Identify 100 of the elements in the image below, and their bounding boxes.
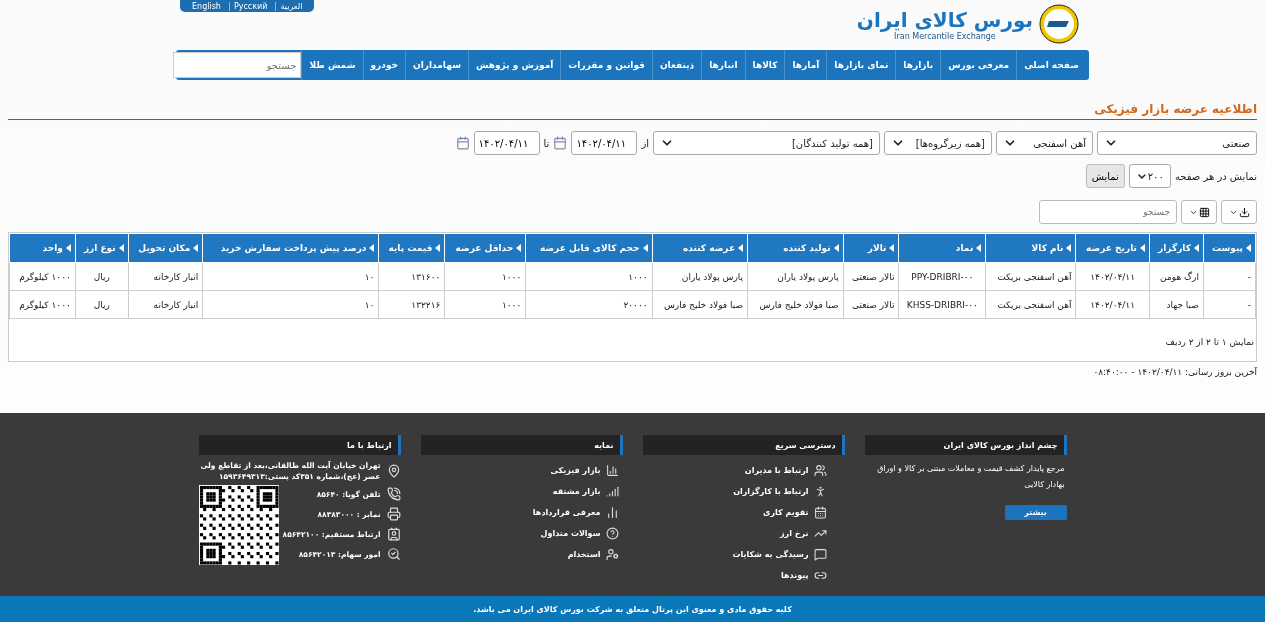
copyright-text: کلیه حقوق مادی و معنوی این پرتال متعلق به شرکت بورس کالای ایران می باشد.	[473, 604, 792, 614]
column-header[interactable]: درصد پیش پرداخت سفارش خرید	[202, 233, 379, 263]
footer-link[interactable]: رسیدگی به شکایات	[642, 545, 845, 563]
search-field[interactable]: جستجو	[173, 52, 302, 78]
language-link[interactable]: العربية	[275, 1, 307, 11]
people-icon	[813, 463, 827, 477]
footer-link[interactable]: تقویم کاری	[642, 503, 845, 521]
page-size-label: نمایش در هر صفحه	[1174, 170, 1257, 182]
nav-item[interactable]: کالاها	[744, 50, 785, 80]
column-header[interactable]: تولید کننده	[747, 233, 844, 263]
table-cell: ۱۰۰۰	[525, 262, 653, 291]
nav-item[interactable]: سهامداران	[405, 50, 469, 80]
export-button[interactable]	[1221, 200, 1257, 224]
nav-item[interactable]: بازارها	[895, 50, 941, 80]
calendar-icon	[553, 136, 568, 150]
sort-icon	[516, 244, 522, 252]
to-label: تا	[543, 137, 550, 149]
sort-icon	[435, 244, 441, 252]
table-cell: ۱۰	[202, 262, 379, 291]
column-header[interactable]: حداقل عرضه	[444, 233, 526, 263]
table-cell: ۱۰۰۰ کیلوگرم	[9, 290, 76, 319]
dropdown[interactable]: [همه زیرگروه‌ها]	[884, 131, 992, 155]
sort-icon	[642, 244, 648, 252]
from-label: از	[641, 137, 649, 149]
sort-icon	[889, 244, 895, 252]
table-cell: آهن اسفنجی بریکت	[985, 262, 1076, 291]
column-header[interactable]: پیوست	[1203, 233, 1256, 263]
column-header[interactable]: نماد	[898, 233, 986, 263]
footer-link[interactable]: ارتباط با مدیران	[642, 461, 845, 479]
footer-link[interactable]: نرخ ارز	[642, 524, 845, 542]
calendar-icon	[813, 505, 827, 519]
table-cell: -	[1203, 262, 1256, 291]
table-cell: ریال	[75, 262, 129, 291]
table-search-field[interactable]: جستجو	[1039, 200, 1177, 224]
column-header[interactable]: نام کالا	[985, 233, 1076, 263]
column-header[interactable]: حجم کالای قابل عرضه	[525, 233, 653, 263]
logo-title: بورس کالای ایران	[856, 7, 1033, 32]
nav-item[interactable]: قوانین و مقررات	[560, 50, 652, 80]
column-header[interactable]: عرضه کننده	[652, 233, 748, 263]
show-button[interactable]: نمایش	[1085, 164, 1125, 188]
sort-icon	[369, 244, 375, 252]
sort-icon	[1246, 244, 1251, 252]
footer-link[interactable]: بازار فیزیکی	[420, 461, 623, 479]
fax-icon	[386, 507, 401, 521]
table-cell: ۲۰۰۰۰	[525, 290, 653, 319]
footer-link[interactable]: پیوندها	[642, 566, 845, 584]
message-icon	[813, 547, 827, 561]
logo-icon	[1039, 4, 1079, 44]
sort-icon	[738, 244, 744, 252]
sort-icon	[976, 244, 982, 252]
nav-item[interactable]: معرفی بورس	[940, 50, 1017, 80]
footer-link[interactable]: بازار مشتقه	[420, 482, 623, 500]
date-field[interactable]: ۱۴۰۲/۰۴/۱۱	[473, 131, 540, 155]
column-header[interactable]: واحد	[9, 233, 76, 263]
language-link[interactable]: English	[188, 1, 225, 11]
table-cell: صبا جهاد	[1149, 290, 1204, 319]
more-button[interactable]: بیشتر	[1004, 505, 1067, 520]
phone-icon	[386, 487, 401, 501]
sort-icon	[65, 244, 71, 252]
search-icon	[386, 547, 401, 561]
table-cell: PPY-DRIBRI-۰۰	[898, 262, 986, 291]
nav-item[interactable]: انبارها	[701, 50, 745, 80]
table-cell: ۱۰	[202, 290, 379, 319]
sort-icon	[1193, 244, 1199, 252]
table-cell: ریال	[75, 290, 129, 319]
table-cell: تالار صنعتی	[843, 262, 899, 291]
footer-link[interactable]: ارتباط با کارگزاران	[642, 482, 845, 500]
language-link[interactable]: Pусский	[228, 1, 272, 11]
nav-item[interactable]: نمای بازارها	[826, 50, 896, 80]
table-cell: آهن اسفنجی بریکت	[985, 290, 1076, 319]
footer-link[interactable]: معرفی قراردادها	[420, 503, 623, 521]
dropdown[interactable]: صنعتی	[1097, 131, 1257, 155]
columns-button[interactable]	[1181, 200, 1217, 224]
vision-text: مرجع پایدار کشف قیمت و معاملات مبتنی بر کالا و اوراق بهادار کالایی	[876, 463, 1065, 491]
column-header[interactable]: تالار	[843, 233, 899, 263]
nav-item[interactable]: صفحه اصلی	[1016, 50, 1086, 80]
table-cell: KHSS-DRIBRI-۰۰	[898, 290, 986, 319]
footer-heading: ارتباط با ما	[198, 435, 401, 455]
footer-link[interactable]: استخدام	[420, 545, 623, 563]
nav-item[interactable]: خودرو	[362, 50, 406, 80]
table-cell: ۱۰۰۰	[444, 290, 526, 319]
column-header[interactable]: نوع ارز	[75, 233, 129, 263]
date-field[interactable]: ۱۴۰۲/۰۴/۱۱	[571, 131, 638, 155]
column-header[interactable]: قیمت پایه	[378, 233, 445, 263]
column-header[interactable]: تاریخ عرضه	[1075, 233, 1150, 263]
table-cell: ۱۳۲۲۱۶	[378, 290, 445, 319]
nav-item[interactable]: آمارها	[784, 50, 827, 80]
table-cell: ۱۰۰۰ کیلوگرم	[9, 262, 76, 291]
footer-link[interactable]: سوالات متداول	[420, 524, 623, 542]
table-cell: ارگ هومن	[1149, 262, 1204, 291]
column-header[interactable]: مکان تحویل	[128, 233, 203, 263]
dropdown[interactable]: آهن اسفنجی	[996, 131, 1093, 155]
table-cell: ۱۳۱۶۰۰	[378, 262, 445, 291]
page-size-dropdown[interactable]: ۲۰۰	[1128, 164, 1171, 188]
nav-item[interactable]: ذینفعان	[651, 50, 702, 80]
dropdown[interactable]: [همه تولید کنندگان]	[653, 131, 880, 155]
column-header[interactable]: کارگزار	[1149, 233, 1204, 263]
table-cell: پارس پولاد یاران	[652, 262, 748, 291]
nav-item[interactable]: آموزش و پژوهش	[468, 50, 561, 80]
download-icon	[1238, 206, 1250, 218]
